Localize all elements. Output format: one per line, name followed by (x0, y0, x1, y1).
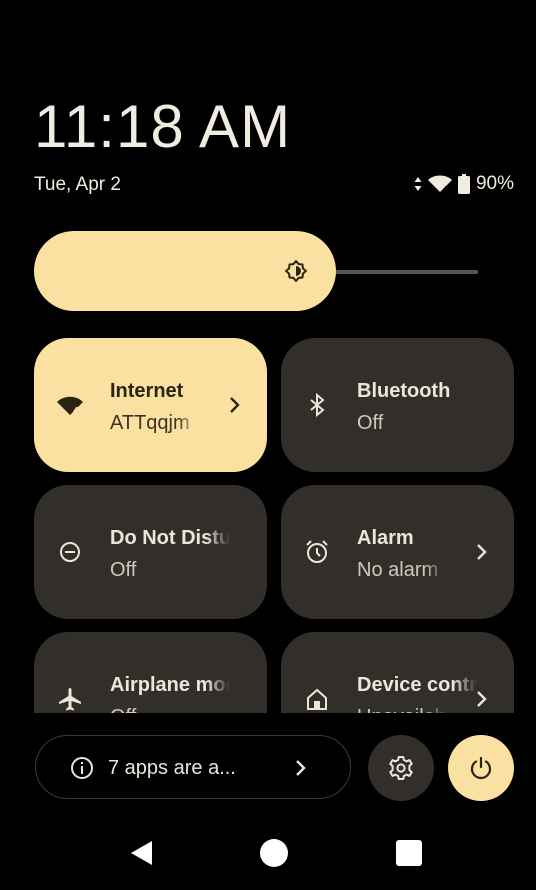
clock[interactable]: 11:18 AM (34, 92, 291, 161)
tile-title: Airplane mode (110, 674, 230, 696)
brightness-slider[interactable] (34, 231, 496, 311)
tile-alarm[interactable]: Alarm No alarm (281, 485, 514, 619)
brightness-icon (285, 260, 307, 282)
tile-title: Do Not Disturb (110, 527, 230, 549)
bluetooth-icon (310, 392, 325, 418)
wifi-icon: 4 (57, 396, 83, 417)
tile-title: Internet (110, 380, 184, 402)
back-icon[interactable] (127, 838, 157, 868)
tile-subtitle: Off (357, 412, 384, 434)
tile-do-not-disturb[interactable]: Do Not Disturb Off (34, 485, 267, 619)
tile-title: Device controls (357, 674, 477, 696)
active-apps-button[interactable]: 7 apps are a... (35, 735, 351, 799)
tile-subtitle: No alarm (357, 559, 439, 581)
tile-subtitle: Off (110, 559, 137, 581)
tile-title: Alarm (357, 527, 414, 549)
chevron-right-icon (230, 397, 240, 413)
chevron-right-icon (296, 760, 306, 776)
data-arrows-icon (414, 177, 422, 191)
info-icon (71, 757, 93, 779)
home-icon[interactable] (259, 838, 289, 868)
tile-internet[interactable]: 4 Internet ATTqqjm (34, 338, 267, 472)
power-icon (470, 756, 492, 780)
home-icon (307, 688, 327, 710)
chevron-right-icon (477, 544, 487, 560)
alarm-icon (306, 540, 328, 563)
svg-text:4: 4 (73, 406, 79, 417)
chevron-right-icon (477, 691, 487, 707)
gear-icon (389, 756, 413, 780)
recents-icon[interactable] (394, 838, 424, 868)
battery-percent: 90% (475, 173, 514, 194)
active-apps-label: 7 apps are a... (108, 757, 236, 779)
tile-subtitle: ATTqqjm (110, 412, 190, 434)
battery-icon (457, 174, 470, 194)
tile-bluetooth[interactable]: Bluetooth Off (281, 338, 514, 472)
date[interactable]: Tue, Apr 2 (34, 174, 121, 196)
brightness-track[interactable] (326, 270, 478, 274)
status-icons: 4 90% (414, 173, 514, 195)
settings-button[interactable] (368, 735, 434, 801)
power-button[interactable] (448, 735, 514, 801)
wifi-icon: 4 (427, 175, 452, 193)
airplane-icon (59, 688, 81, 711)
svg-text:4: 4 (443, 185, 448, 193)
dnd-icon (60, 542, 80, 562)
tile-title: Bluetooth (357, 380, 451, 402)
